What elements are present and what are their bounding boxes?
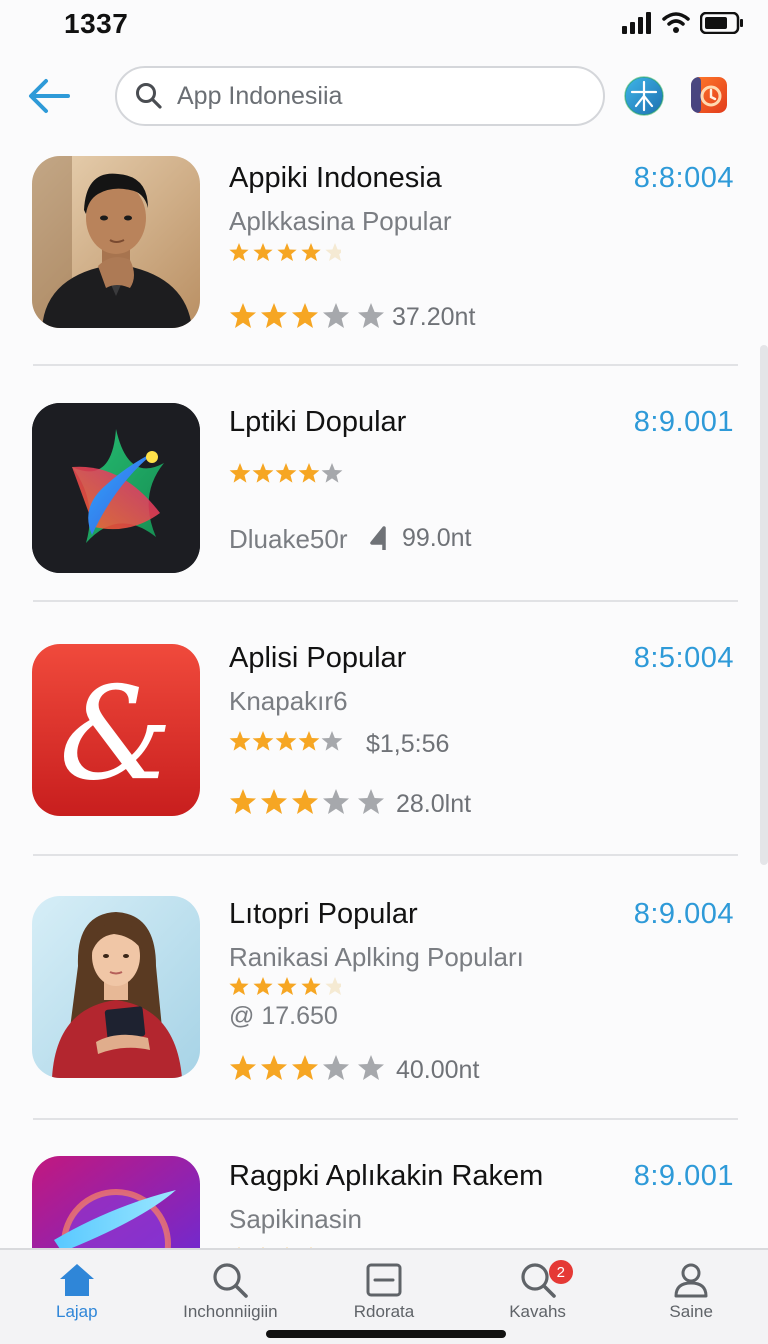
rating-count: 40.00nt bbox=[396, 1056, 480, 1084]
globe-app-icon[interactable] bbox=[624, 76, 664, 116]
search-bar[interactable] bbox=[115, 66, 605, 126]
app-thumbnail bbox=[32, 896, 200, 1078]
app-thumbnail bbox=[32, 403, 200, 573]
app-version: 8:9.004 bbox=[633, 898, 734, 930]
app-subtitle: Sapikinasin bbox=[229, 1204, 362, 1234]
list-box-icon bbox=[366, 1263, 402, 1297]
app-name: Appiki Indonesia bbox=[229, 162, 442, 194]
search-header bbox=[0, 60, 768, 132]
app-developer: Dluake50r bbox=[229, 524, 348, 554]
app-name: Ragpki Aplıkakin Rakem bbox=[229, 1160, 544, 1192]
status-time: 1337 bbox=[64, 8, 129, 39]
tab-label: Lajap bbox=[55, 1302, 98, 1321]
wifi-icon bbox=[662, 12, 690, 33]
app-row[interactable]: & Aplisi Popular 8:5:004 Knapakır6 $1,5:… bbox=[0, 602, 768, 856]
app-version: 8:9.001 bbox=[633, 1160, 734, 1192]
red-ampersand-logo: & bbox=[32, 644, 200, 816]
app-row[interactable]: Ragpki Aplıkakin Rakem 8:9.001 Sapikinas… bbox=[0, 1120, 768, 1276]
tab-label: Inchonniigiin bbox=[183, 1302, 278, 1321]
app-thumbnail bbox=[32, 156, 200, 328]
rating-count: 37.20nt bbox=[392, 303, 476, 331]
app-thumbnail: & bbox=[32, 644, 200, 816]
rating-stars bbox=[229, 788, 385, 818]
rating-count: 99.0nt bbox=[402, 524, 472, 552]
tab-label: Kavahs bbox=[509, 1302, 566, 1321]
app-version: 8:9.001 bbox=[633, 406, 734, 438]
rating-stars-small bbox=[229, 730, 345, 756]
status-bar: 1337 bbox=[0, 0, 768, 52]
app-row[interactable]: Appiki Indonesia 8:8:004 Aplkkasina Popu… bbox=[0, 150, 768, 366]
portrait-man-image bbox=[32, 156, 200, 328]
scrollbar[interactable] bbox=[760, 345, 768, 865]
tab-label: Rdorata bbox=[353, 1302, 415, 1321]
svg-text:&: & bbox=[59, 660, 173, 809]
download-count-icon bbox=[370, 526, 386, 550]
colorful-star-logo bbox=[32, 403, 200, 573]
search-icon bbox=[213, 1263, 249, 1298]
app-subtitle: Knapakır6 bbox=[229, 686, 348, 716]
tab-home[interactable]: Lajap bbox=[0, 1250, 154, 1344]
portrait-woman-tablet-image bbox=[32, 896, 200, 1078]
app-subtitle: Ranikasi Aplking Popuları bbox=[229, 942, 524, 972]
battery-icon bbox=[700, 12, 743, 34]
app-version: 8:5:004 bbox=[633, 642, 734, 674]
app-subtitle: Aplkkasina Popular bbox=[229, 206, 452, 236]
app-row[interactable]: Lptiki Dopular 8:9.001 Dluake50r 99.0nt bbox=[0, 366, 768, 602]
rating-stars bbox=[229, 1054, 385, 1084]
tab-profile[interactable]: Saine bbox=[614, 1250, 768, 1344]
person-icon bbox=[674, 1263, 708, 1298]
home-indicator bbox=[266, 1330, 506, 1338]
app-version: 8:8:004 bbox=[633, 162, 734, 194]
search-icon bbox=[136, 83, 162, 109]
app-name: Aplisi Popular bbox=[229, 642, 407, 674]
rating-stars bbox=[229, 302, 385, 332]
search-input[interactable] bbox=[177, 81, 557, 111]
app-row[interactable]: Lıtopri Popular 8:9.004 Ranikasi Aplking… bbox=[0, 856, 768, 1120]
orange-app-icon[interactable] bbox=[691, 77, 727, 113]
notification-badge: 2 bbox=[548, 1260, 573, 1284]
app-name: Lıtopri Popular bbox=[229, 898, 418, 930]
rating-stars-small bbox=[229, 462, 345, 488]
back-arrow-icon bbox=[29, 79, 70, 113]
home-icon bbox=[59, 1264, 94, 1296]
back-button[interactable] bbox=[22, 74, 74, 118]
app-extra-count: @ 17.650 bbox=[229, 1002, 338, 1030]
cellular-signal-icon bbox=[622, 12, 651, 34]
app-price: $1,5:56 bbox=[366, 730, 450, 758]
tab-label: Saine bbox=[669, 1302, 713, 1321]
status-icons bbox=[622, 12, 744, 34]
rating-stars-small bbox=[229, 242, 341, 266]
app-name: Lptiki Dopular bbox=[229, 406, 407, 438]
rating-count: 28.0lnt bbox=[396, 790, 472, 818]
rating-stars-small bbox=[229, 976, 341, 1000]
app-list: Appiki Indonesia 8:8:004 Aplkkasina Popu… bbox=[0, 150, 768, 1276]
